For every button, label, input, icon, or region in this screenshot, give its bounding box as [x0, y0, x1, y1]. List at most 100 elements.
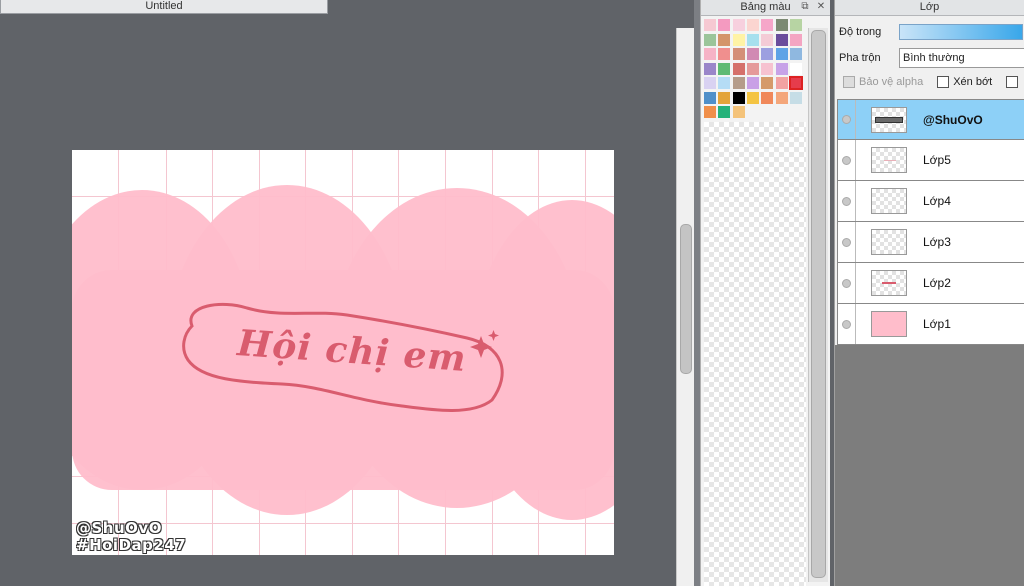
extra-checkbox[interactable]: [1006, 76, 1019, 88]
scrollbar-thumb[interactable]: [680, 224, 692, 374]
canvas-area[interactable]: Untitled Hội chị em @ShuOvO #HoiDap247: [0, 0, 676, 586]
color-swatch[interactable]: [704, 19, 716, 31]
visibility-toggle[interactable]: [838, 181, 856, 221]
paint-app-window: Untitled Hội chị em @ShuOvO #HoiDap247 B…: [0, 0, 1024, 586]
layer-item[interactable]: Lớp3: [837, 222, 1024, 263]
color-swatch[interactable]: [746, 91, 759, 104]
visibility-toggle[interactable]: [838, 140, 856, 180]
palette-panel: Bảng màu ⧉ ✕: [700, 0, 830, 586]
color-swatch[interactable]: [788, 76, 803, 90]
color-swatch[interactable]: [718, 62, 731, 75]
color-swatch[interactable]: [718, 19, 731, 31]
color-swatch[interactable]: [775, 19, 788, 31]
clip-checkbox[interactable]: [937, 76, 950, 88]
thumbnail-content: [882, 282, 896, 284]
layer-item[interactable]: Lớp4: [837, 181, 1024, 222]
color-swatch[interactable]: [732, 62, 745, 75]
color-swatch[interactable]: [704, 106, 716, 118]
color-swatch[interactable]: [775, 48, 788, 60]
layer-thumbnail: [871, 311, 907, 337]
color-swatch[interactable]: [761, 62, 774, 75]
palette-panel-title: Bảng màu: [740, 1, 791, 13]
color-swatch[interactable]: [746, 77, 759, 89]
eye-icon: [842, 196, 851, 206]
eye-icon: [842, 115, 851, 124]
canvas-paper[interactable]: Hội chị em @ShuOvO #HoiDap247: [72, 150, 614, 555]
layer-thumbnail: [871, 188, 907, 214]
undock-icon[interactable]: ⧉: [799, 1, 811, 13]
layer-name: Lớp5: [923, 153, 951, 167]
layer-thumbnail: [871, 147, 907, 173]
color-swatch[interactable]: [789, 33, 802, 46]
close-icon[interactable]: ✕: [815, 1, 827, 13]
color-swatch[interactable]: [732, 33, 745, 46]
scrollbar-thumb[interactable]: [811, 30, 826, 578]
layer-list: @ShuOvO Lớp5 Lớp4 Lớp3 Lớp2 Lớp1: [837, 99, 1024, 345]
visibility-toggle[interactable]: [838, 263, 856, 303]
color-swatch[interactable]: [761, 48, 774, 60]
layer-item[interactable]: @ShuOvO: [837, 99, 1024, 140]
layer-item[interactable]: Lớp5: [837, 140, 1024, 181]
color-swatch[interactable]: [789, 91, 802, 104]
eye-icon: [842, 155, 851, 165]
color-swatch[interactable]: [704, 62, 716, 75]
blend-label: Pha trộn: [839, 52, 881, 64]
layer-name: Lớp3: [923, 235, 951, 249]
color-swatch[interactable]: [789, 19, 802, 31]
document-tab[interactable]: Untitled: [0, 0, 328, 14]
color-swatch[interactable]: [775, 91, 788, 104]
layer-panel-title: Lớp: [919, 1, 940, 13]
opacity-row: Độ trong: [839, 22, 1023, 42]
color-swatch[interactable]: [746, 33, 759, 46]
color-swatch[interactable]: [732, 77, 745, 89]
layer-panel-header: Lớp: [835, 0, 1024, 16]
color-swatch[interactable]: [704, 91, 716, 104]
color-swatch[interactable]: [718, 48, 731, 60]
color-swatch[interactable]: [789, 48, 802, 60]
layer-thumbnail: [871, 270, 907, 296]
protect-alpha-label: Bảo vệ alpha: [859, 76, 924, 88]
color-swatch[interactable]: [775, 77, 788, 89]
color-swatch[interactable]: [761, 33, 774, 46]
canvas-vertical-scrollbar[interactable]: [676, 28, 694, 586]
color-swatch[interactable]: [761, 19, 774, 31]
eye-icon: [842, 237, 851, 247]
layer-thumbnail: [871, 106, 907, 133]
thumbnail-content: [875, 116, 903, 123]
color-swatch[interactable]: [761, 77, 774, 89]
color-swatch[interactable]: [746, 48, 759, 60]
color-swatch[interactable]: [775, 33, 788, 46]
eye-icon: [842, 278, 851, 288]
color-swatch[interactable]: [732, 106, 745, 118]
layer-options: Bảo vệ alpha Xén bớt: [843, 76, 1019, 88]
visibility-toggle[interactable]: [838, 304, 856, 344]
color-swatch[interactable]: [704, 77, 716, 89]
opacity-slider[interactable]: [899, 24, 1023, 40]
color-swatch[interactable]: [761, 91, 774, 104]
color-swatch[interactable]: [789, 62, 802, 75]
color-swatch[interactable]: [704, 33, 716, 46]
empty-palette-area: [704, 122, 806, 586]
layer-thumbnail: [871, 229, 907, 255]
color-swatch[interactable]: [732, 19, 745, 31]
color-swatch[interactable]: [718, 33, 731, 46]
layer-item[interactable]: Lớp2: [837, 263, 1024, 304]
protect-alpha-checkbox[interactable]: [843, 76, 855, 88]
color-swatch[interactable]: [718, 77, 731, 89]
color-swatch[interactable]: [718, 106, 731, 118]
color-swatch[interactable]: [746, 62, 759, 75]
blend-row: Pha trộn Bình thường: [839, 48, 1024, 68]
color-swatch[interactable]: [775, 62, 788, 75]
color-swatch[interactable]: [704, 48, 716, 60]
color-swatch[interactable]: [732, 91, 745, 104]
color-swatch[interactable]: [732, 48, 745, 60]
visibility-toggle[interactable]: [838, 100, 856, 139]
color-swatch[interactable]: [718, 91, 731, 104]
blend-mode-select[interactable]: Bình thường: [899, 48, 1024, 68]
color-swatch[interactable]: [746, 19, 759, 31]
layer-name: @ShuOvO: [923, 112, 983, 127]
visibility-toggle[interactable]: [838, 222, 856, 262]
palette-scrollbar[interactable]: [808, 28, 828, 582]
watermark-hashtag: #HoiDap247: [76, 536, 187, 554]
layer-item[interactable]: Lớp1: [837, 304, 1024, 345]
